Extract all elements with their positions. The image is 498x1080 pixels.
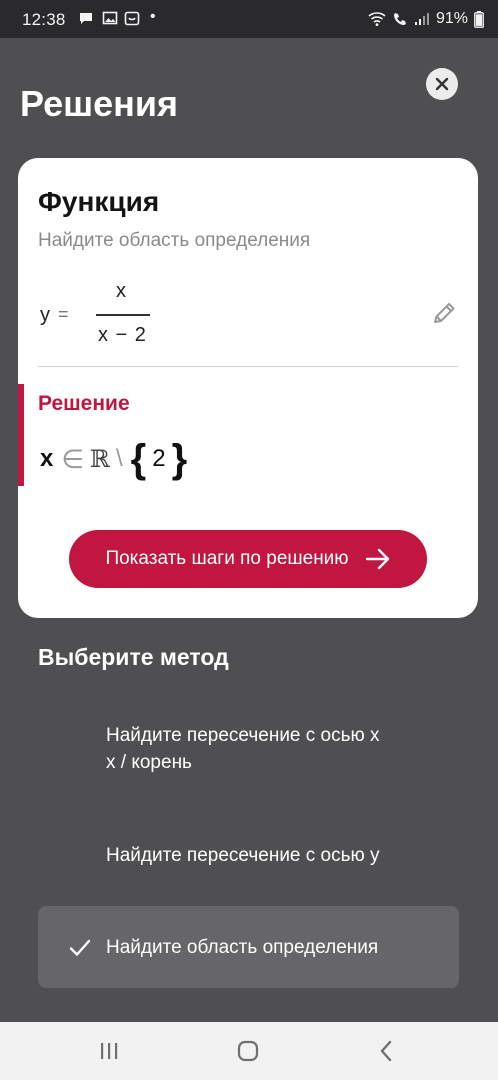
home-icon[interactable] xyxy=(233,1036,263,1066)
open-brace: { xyxy=(130,437,147,481)
fraction-bar xyxy=(96,314,150,316)
navigation-bar xyxy=(0,1022,498,1080)
formula-numerator: x xyxy=(116,280,126,302)
setminus-symbol: \ xyxy=(115,445,123,472)
show-steps-button[interactable]: Показать шаги по решению xyxy=(69,530,427,588)
card-subtitle: Найдите область определения xyxy=(38,230,311,251)
battery-icon xyxy=(474,10,484,28)
method-label: Найдите пересечение с осью y xyxy=(106,845,380,866)
show-steps-label: Показать шаги по решению xyxy=(105,548,349,569)
excluded-value: 2 xyxy=(152,445,166,472)
real-numbers-symbol: ℝ xyxy=(90,445,110,473)
methods-title: Выберите метод xyxy=(38,644,229,670)
solution-variable: x xyxy=(40,445,54,472)
solution-card: Функция Найдите область определения y = … xyxy=(18,158,478,618)
wifi-icon xyxy=(368,12,386,26)
battery-percent: 91% xyxy=(435,10,468,27)
solution-expression: x ∈ ℝ \ { 2 } xyxy=(40,434,187,484)
element-of-symbol: ∈ xyxy=(61,443,85,474)
method-item-y-intercept[interactable]: Найдите пересечение с осью y xyxy=(38,822,459,888)
method-label: Найдите пересечение с осью x xyxy=(106,725,380,746)
solution-label: Решение xyxy=(38,392,130,415)
calendar-icon xyxy=(124,11,140,26)
close-button[interactable] xyxy=(426,68,458,100)
status-bar: 12:38 • 91% xyxy=(0,0,498,38)
method-item-domain[interactable]: Найдите область определения xyxy=(38,906,459,988)
function-formula: y = x x − 2 xyxy=(40,280,170,356)
back-icon[interactable] xyxy=(372,1036,402,1066)
page-title: Решения xyxy=(20,83,179,124)
method-text: Найдите пересечение с осью x x / корень xyxy=(106,722,380,776)
status-time: 12:38 xyxy=(22,10,66,29)
formula-lhs: y xyxy=(40,304,50,326)
signal-icon xyxy=(414,13,429,25)
status-right: 91% xyxy=(368,10,484,28)
pencil-icon[interactable] xyxy=(430,300,458,328)
card-title: Функция xyxy=(38,186,160,217)
check-icon xyxy=(69,939,91,956)
solution-accent-bar xyxy=(18,384,24,486)
method-label: Найдите область определения xyxy=(106,937,379,958)
arrow-right-icon xyxy=(365,548,389,570)
recent-apps-icon[interactable] xyxy=(94,1036,124,1066)
image-icon xyxy=(102,11,118,25)
status-dot: • xyxy=(150,8,156,25)
formula-denominator: x − 2 xyxy=(98,324,147,346)
close-icon xyxy=(435,77,449,91)
divider xyxy=(38,366,458,367)
call-icon xyxy=(393,13,406,25)
close-brace: } xyxy=(171,437,188,481)
method-sublabel: x / корень xyxy=(106,752,192,773)
formula-equals: = xyxy=(58,304,69,324)
method-item-x-intercept[interactable]: Найдите пересечение с осью x x / корень xyxy=(38,712,459,790)
message-icon xyxy=(80,13,92,24)
